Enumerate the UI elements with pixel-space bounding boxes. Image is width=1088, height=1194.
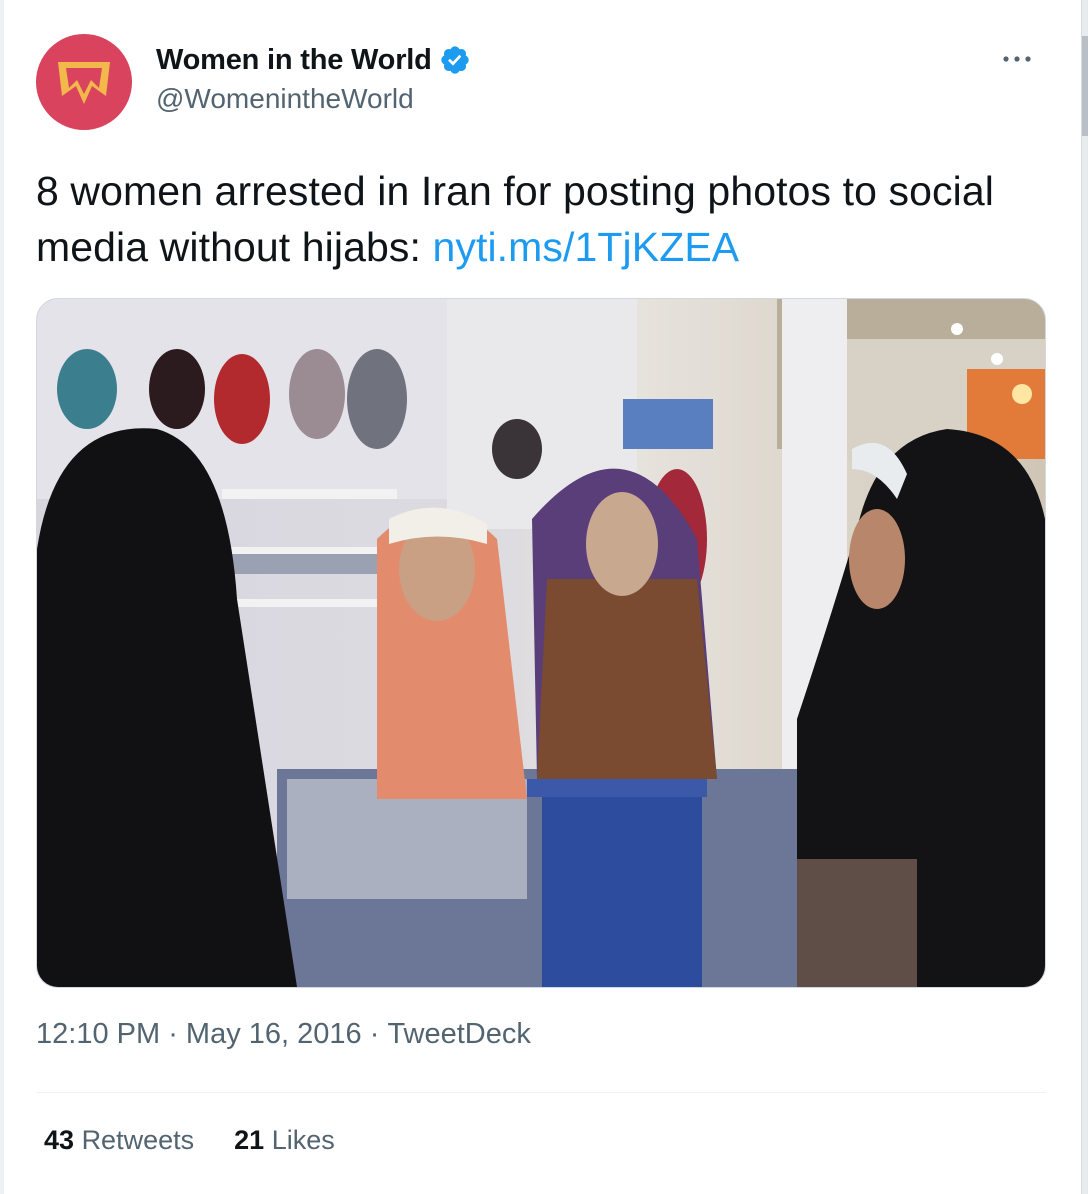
name-row: Women in the World	[156, 42, 471, 78]
tweet-date[interactable]: May 16, 2016	[186, 1018, 362, 1051]
scrollbar-track[interactable]	[1081, 0, 1088, 1194]
photo-image	[37, 299, 1045, 987]
avatar[interactable]	[36, 34, 132, 130]
scrollbar-thumb[interactable]	[1082, 36, 1088, 136]
window-edge-left	[0, 0, 4, 1194]
retweets-count: 43	[44, 1125, 75, 1155]
tweet-header: Women in the World @WomenintheWorld	[36, 34, 1056, 130]
likes-count: 21	[234, 1125, 265, 1155]
retweets-stat[interactable]: 43 Retweets	[44, 1125, 194, 1156]
tweet-photo[interactable]	[36, 298, 1046, 988]
retweets-label: Retweets	[81, 1125, 195, 1155]
divider	[36, 1092, 1046, 1093]
meta-separator: ·	[361, 1018, 388, 1050]
tweet-text: 8 women arrested in Iran for posting pho…	[36, 163, 1046, 275]
tweet-stats: 43 Retweets 21 Likes	[44, 1125, 375, 1156]
tweet-source[interactable]: TweetDeck	[387, 1018, 530, 1051]
display-name[interactable]: Women in the World	[156, 44, 432, 77]
likes-stat[interactable]: 21 Likes	[234, 1125, 335, 1156]
tweet-time[interactable]: 12:10 PM	[36, 1018, 160, 1051]
tweet-link[interactable]: nyti.ms/1TjKZEA	[432, 224, 739, 270]
account-handle[interactable]: @WomenintheWorld	[156, 83, 414, 115]
meta-separator: ·	[160, 1018, 186, 1050]
tweet-meta: 12:10 PM · May 16, 2016 · TweetDeck	[36, 1018, 531, 1051]
women-in-the-world-logo-icon	[58, 62, 110, 104]
likes-label: Likes	[271, 1125, 335, 1155]
verified-badge-icon	[439, 44, 471, 76]
more-options-icon[interactable]	[998, 44, 1038, 74]
